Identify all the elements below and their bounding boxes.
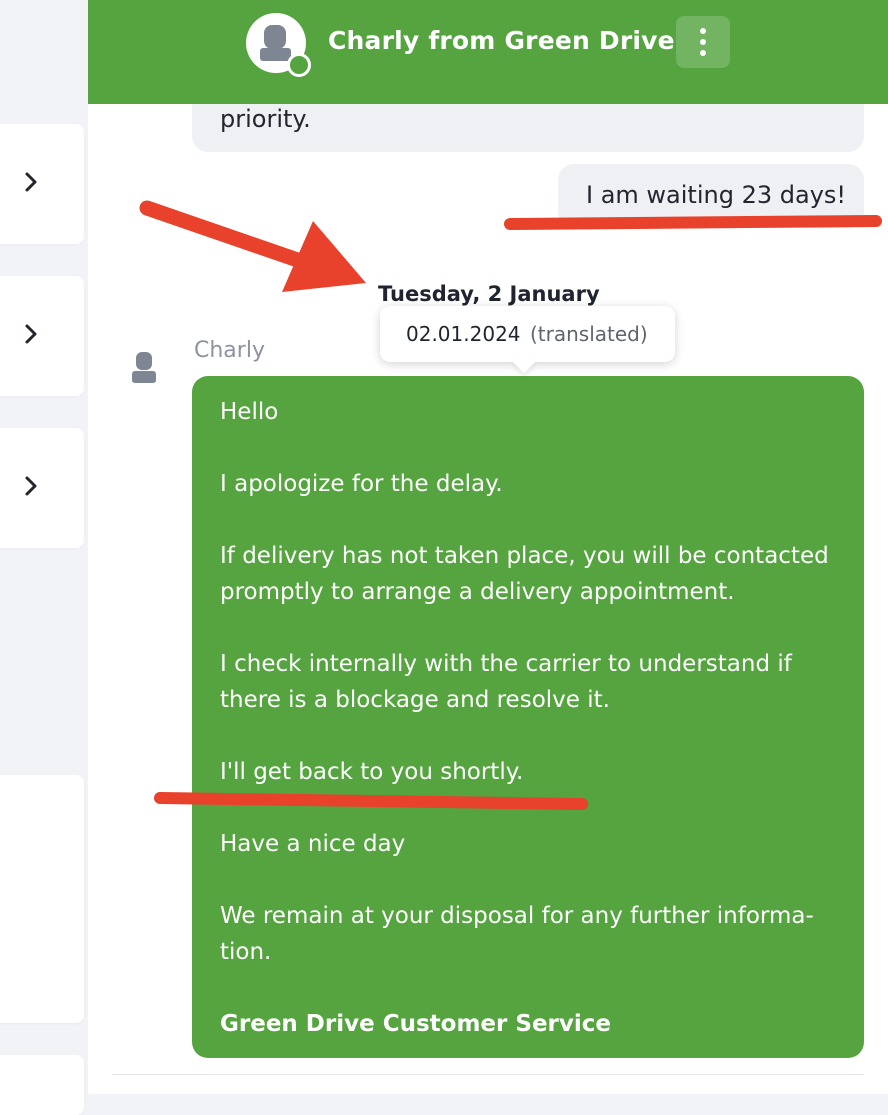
message-text: priority. [220,105,311,133]
more-vertical-icon [700,28,706,34]
message-line: If delivery has not taken place, you wil… [220,543,829,605]
online-status-badge [287,53,311,77]
message-line: Have a nice day [220,831,406,857]
message-line: Hello [220,399,279,425]
conversation-card-4[interactable] [0,775,84,1023]
chevron-right-icon[interactable] [24,324,38,348]
message-line: We remain at your disposal for any furth… [220,903,814,965]
divider [112,1074,864,1075]
message-line: I check internally with the carrier to u… [220,651,792,713]
chevron-right-icon[interactable] [24,172,38,196]
user-silhouette-icon [132,352,156,383]
outgoing-message-bubble: I am waiting 23 days! [558,164,864,228]
message-line: I'll get back to you shortly. [220,759,524,785]
sender-name: Charly [194,338,265,363]
sender-avatar [128,350,160,386]
chat-title: Charly from Green Drive [328,26,675,55]
more-options-button[interactable] [676,16,730,68]
message-line: I apologize for the delay. [220,471,503,497]
tooltip-date: 02.01.2024 [406,322,521,346]
date-tooltip: 02.01.2024 (translated) [380,306,675,362]
message-body: Hello I apologize for the delay. If deli… [220,394,840,1042]
chat-header: Charly from Green Drive [88,0,888,104]
conversation-card-3[interactable] [0,428,84,548]
incoming-message-bubble: Hello I apologize for the delay. If deli… [192,376,864,1058]
date-separator[interactable]: Tuesday, 2 January [378,282,600,306]
conversation-list-sidebar [0,0,88,1115]
conversation-card-5[interactable] [0,1055,84,1115]
message-text: I am waiting 23 days! [586,181,847,209]
tooltip-note: (translated) [530,322,648,346]
conversation-card-1[interactable] [0,124,84,244]
message-signature: Green Drive Customer Service [220,1011,611,1037]
chat-panel: Charly from Green Drive priority. I am w… [88,0,888,1094]
conversation-card-2[interactable] [0,276,84,396]
chevron-right-icon[interactable] [24,476,38,500]
